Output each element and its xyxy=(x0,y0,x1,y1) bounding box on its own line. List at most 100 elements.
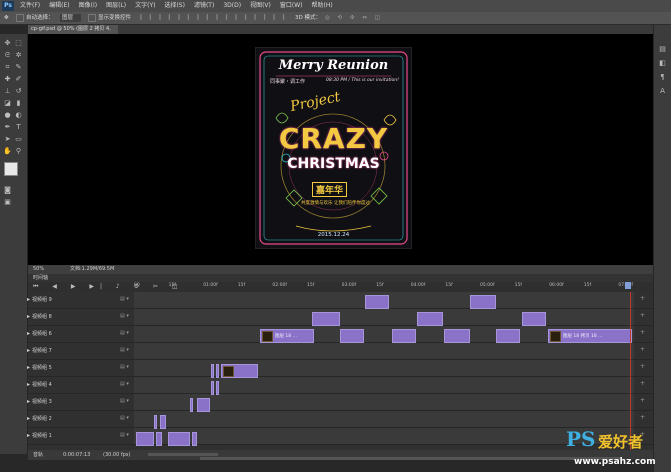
pen-tool-icon[interactable]: ✒ xyxy=(3,123,12,132)
clip-track5-a[interactable] xyxy=(211,364,214,378)
track-row[interactable]: ▸ 视频组 7 ▤ ▾ + xyxy=(27,343,653,360)
track-lane[interactable] xyxy=(134,428,634,444)
expand-arrow-icon[interactable]: ▸ xyxy=(27,398,30,405)
lasso-tool-icon[interactable]: ᘓ xyxy=(3,51,12,60)
zoom-slider[interactable] xyxy=(148,453,218,456)
track-lane[interactable] xyxy=(134,360,634,376)
track-lane[interactable] xyxy=(134,377,634,393)
menu-item[interactable]: 图层(L) xyxy=(106,0,126,12)
clip-track4-b[interactable] xyxy=(216,381,219,395)
add-media-icon[interactable]: + xyxy=(640,295,645,302)
expand-arrow-icon[interactable]: ▸ xyxy=(27,296,30,303)
track-options-icon[interactable]: ▤ ▾ xyxy=(120,364,129,370)
clip-track3-b[interactable] xyxy=(197,398,210,412)
clip-track8-c[interactable] xyxy=(522,312,546,326)
add-media-icon[interactable]: + xyxy=(640,414,645,421)
expand-arrow-icon[interactable]: ▸ xyxy=(27,313,30,320)
clip-track6-c[interactable] xyxy=(392,329,416,343)
layer-dropdown[interactable]: 图层 xyxy=(60,14,82,22)
foreground-color-swatch[interactable] xyxy=(4,162,18,176)
track-row[interactable]: ▸ 视频组 9 ▤ ▾ + xyxy=(27,292,653,309)
menu-item[interactable]: 图像(I) xyxy=(79,0,97,12)
track-options-icon[interactable]: ▤ ▾ xyxy=(120,415,129,421)
clip-track1-a[interactable] xyxy=(136,432,154,446)
move-tool-icon[interactable]: ✥ xyxy=(3,39,12,48)
clip-track1-d[interactable] xyxy=(192,432,197,446)
clip-track6-e[interactable] xyxy=(496,329,520,343)
hand-tool-icon[interactable]: ✋ xyxy=(3,147,12,156)
clip-track6-d[interactable] xyxy=(444,329,470,343)
track-options-icon[interactable]: ▤ ▾ xyxy=(120,398,129,404)
auto-select-checkbox[interactable] xyxy=(16,14,24,22)
crop-tool-icon[interactable]: ⌗ xyxy=(3,63,12,72)
eyedropper-icon[interactable]: ✎ xyxy=(14,63,23,72)
add-media-icon[interactable]: + xyxy=(640,346,645,353)
track-lane[interactable] xyxy=(134,343,634,359)
move-tool-icon[interactable]: ✥ xyxy=(4,14,9,22)
clip-track5-b[interactable] xyxy=(216,364,219,378)
menu-item[interactable]: 窗口(W) xyxy=(280,0,303,12)
clip-track9-a[interactable] xyxy=(365,295,389,309)
clip-track8-a[interactable] xyxy=(312,312,340,326)
track-lane[interactable] xyxy=(134,411,634,427)
gradient-icon[interactable]: ▮ xyxy=(14,99,23,108)
expand-arrow-icon[interactable]: ▸ xyxy=(27,364,30,371)
zoom-tool-icon[interactable]: ⚲ xyxy=(14,147,23,156)
show-transform-checkbox[interactable] xyxy=(88,14,96,22)
menu-item[interactable]: 文件(F) xyxy=(20,0,40,12)
screen-mode-icon[interactable]: ▣ xyxy=(3,198,12,207)
marquee-tool-icon[interactable]: ⬚ xyxy=(14,39,23,48)
track-options-icon[interactable]: ▤ ▾ xyxy=(120,296,129,302)
quick-mask-icon[interactable]: ◙ xyxy=(3,186,12,195)
track-options-icon[interactable]: ▤ ▾ xyxy=(120,313,129,319)
eraser-icon[interactable]: ◪ xyxy=(3,99,12,108)
menu-item[interactable]: 帮助(H) xyxy=(312,0,333,12)
track-row[interactable]: ▸ 视频组 8 ▤ ▾ + xyxy=(27,309,653,326)
add-media-icon[interactable]: + xyxy=(640,329,645,336)
clone-stamp-icon[interactable]: ⊥ xyxy=(3,87,12,96)
track-options-icon[interactable]: ▤ ▾ xyxy=(120,381,129,387)
type-tool-icon[interactable]: T xyxy=(14,123,23,132)
clip-track2-b[interactable] xyxy=(160,415,166,429)
menu-item[interactable]: 文字(Y) xyxy=(135,0,155,12)
track-row[interactable]: ▸ 视频组 4 ▤ ▾ + xyxy=(27,377,653,394)
dodge-tool-icon[interactable]: ◐ xyxy=(14,111,23,120)
expand-arrow-icon[interactable]: ▸ xyxy=(27,347,30,354)
document-tab[interactable]: cp-gif.psd @ 50% (图层 2 拷贝 4, RGB/8) xyxy=(28,25,118,41)
add-media-icon[interactable]: + xyxy=(640,380,645,387)
menu-item[interactable]: 视图(V) xyxy=(250,0,271,12)
expand-arrow-icon[interactable]: ▸ xyxy=(27,330,30,337)
blur-tool-icon[interactable]: ● xyxy=(3,111,12,120)
expand-arrow-icon[interactable]: ▸ xyxy=(27,432,30,439)
clip-track5-c[interactable] xyxy=(221,364,258,378)
path-select-icon[interactable]: ➤ xyxy=(3,135,12,144)
clip-track1-c[interactable] xyxy=(168,432,190,446)
zoom-level[interactable]: 50% xyxy=(33,265,44,274)
expand-arrow-icon[interactable]: ▸ xyxy=(27,415,30,422)
track-options-icon[interactable]: ▤ ▾ xyxy=(120,330,129,336)
clip-track1-b[interactable] xyxy=(156,432,162,446)
shape-tool-icon[interactable]: ▭ xyxy=(14,135,23,144)
track-options-icon[interactable]: ▤ ▾ xyxy=(120,347,129,353)
history-panel-icon[interactable]: ▤ xyxy=(658,45,667,54)
track-row[interactable]: ▸ 视频组 2 ▤ ▾ + xyxy=(27,411,653,428)
align-icons[interactable]: ⫿ ⫿ ⫿ ⫿ ⫿ ⫿ ⫿ ⫿ ⫿ ⫿ ⫿ ⫿ ⫿ ⫿ ⫿ ⫿ xyxy=(140,14,287,22)
clip-track2-a[interactable] xyxy=(154,415,157,429)
timeline-scrollbar[interactable] xyxy=(200,457,620,460)
character-panel-icon[interactable]: A xyxy=(658,87,667,96)
3d-mode-icons[interactable]: ◎ ⟲ ✣ ⇔ ◫ xyxy=(325,14,383,22)
track-row[interactable]: ▸ 视频组 3 ▤ ▾ + xyxy=(27,394,653,411)
paragraph-panel-icon[interactable]: ¶ xyxy=(658,73,667,82)
clip-track6-a[interactable]: 图层 18 ... xyxy=(260,329,314,343)
add-media-icon[interactable]: + xyxy=(640,312,645,319)
track-lane[interactable] xyxy=(134,309,634,325)
work-area-end-handle[interactable] xyxy=(625,282,631,289)
brush-tool-icon[interactable]: ✐ xyxy=(14,75,23,84)
healing-brush-icon[interactable]: ✚ xyxy=(3,75,12,84)
clip-track6-b[interactable] xyxy=(340,329,364,343)
menu-item[interactable]: 选择(S) xyxy=(164,0,185,12)
track-row[interactable]: ▸ 视频组 5 ▤ ▾ + xyxy=(27,360,653,377)
menu-item[interactable]: 编辑(E) xyxy=(49,0,69,12)
clip-track6-f[interactable]: 图层 18 拷贝 18 ... xyxy=(548,329,632,343)
magic-wand-icon[interactable]: ✲ xyxy=(14,51,23,60)
